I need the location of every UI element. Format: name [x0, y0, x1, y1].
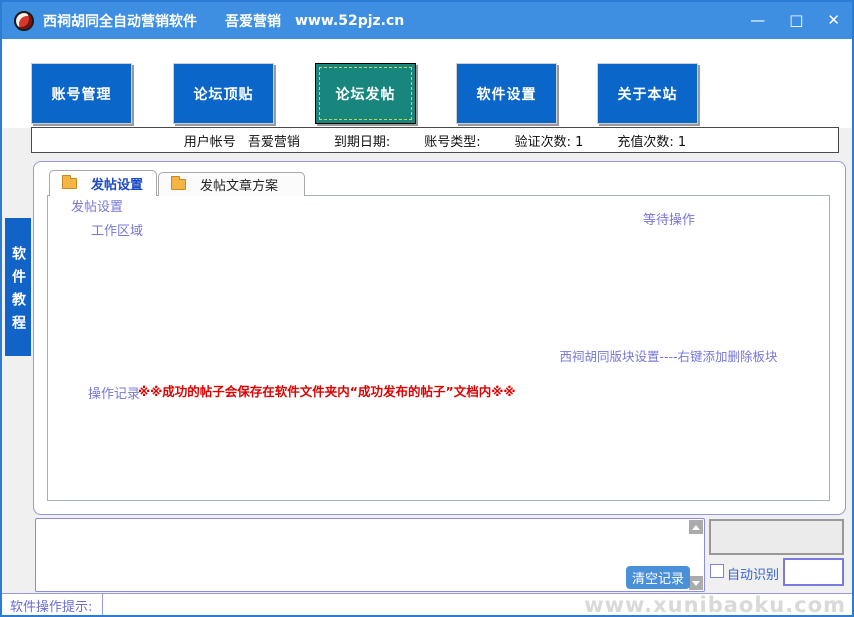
- verify-count: 验证次数: 1: [515, 131, 584, 150]
- window-subtitle: 吾爱营销: [225, 11, 281, 31]
- app-logo-icon: [14, 11, 34, 31]
- minimize-icon[interactable]: —: [750, 13, 765, 28]
- auto-recognize-checkbox[interactable]: [710, 564, 724, 578]
- status-label: 软件操作提示:: [2, 596, 102, 615]
- titlebar: 西祠胡同全自动营销软件 吾爱营销 www.52pjz.cn — □ ✕: [2, 2, 852, 39]
- software-tutorial-button[interactable]: 软件教程: [5, 218, 31, 356]
- nav-strip: 账号管理 论坛顶贴 论坛发帖 软件设置 关于本站: [2, 39, 852, 128]
- auto-recognize-input[interactable]: [783, 558, 844, 586]
- user-account-label: 用户帐号: [184, 131, 236, 150]
- tab-post-settings[interactable]: 发帖设置: [49, 170, 157, 196]
- groupbox-title: 工作区域: [86, 220, 148, 239]
- nav-button-top-post[interactable]: 论坛顶贴: [173, 63, 274, 124]
- groupbox-title: 操作记录: [83, 383, 145, 402]
- status-divider: [102, 594, 103, 616]
- tab-label: 发帖文章方案: [200, 175, 278, 194]
- window-controls: — □ ✕: [750, 13, 840, 28]
- app-window: 西祠胡同全自动营销软件 吾爱营销 www.52pjz.cn — □ ✕ 账号管理…: [0, 0, 854, 617]
- tab-post-article-plan[interactable]: 发帖文章方案: [158, 172, 305, 196]
- nav-button-forum-post[interactable]: 论坛发帖: [315, 63, 416, 124]
- status-bar: 软件操作提示: www.xunibaoku.com: [2, 593, 852, 616]
- groupbox-title: 西祠胡同版块设置----右键添加删除板块: [554, 346, 782, 365]
- save-location-warning: ※※成功的帖子会保存在软件文件夹内“成功发布的帖子”文档内※※: [138, 381, 516, 400]
- scroll-up-icon[interactable]: [689, 520, 703, 534]
- account-type-label: 账号类型:: [424, 131, 480, 150]
- user-account-value: 吾爱营销: [248, 131, 300, 150]
- window-title: 西祠胡同全自动营销软件: [43, 11, 197, 31]
- nav-button-settings[interactable]: 软件设置: [456, 63, 557, 124]
- maximize-icon[interactable]: □: [789, 13, 803, 28]
- expiry-date-label: 到期日期:: [334, 131, 390, 150]
- window-url: www.52pjz.cn: [295, 13, 404, 29]
- nav-button-about[interactable]: 关于本站: [597, 63, 698, 124]
- folder-icon: [62, 178, 77, 189]
- recharge-count: 充值次数: 1: [617, 131, 686, 150]
- close-icon[interactable]: ✕: [827, 13, 840, 28]
- watermark-text: www.xunibaoku.com: [584, 593, 852, 617]
- nav-button-account[interactable]: 账号管理: [31, 63, 132, 124]
- auto-recognize-label: 自动识别: [727, 564, 779, 583]
- tab-label: 发帖设置: [91, 174, 143, 193]
- bottom-log-textarea[interactable]: [35, 518, 705, 592]
- folder-icon: [171, 179, 186, 190]
- clear-log-button[interactable]: 清空记录: [626, 566, 690, 589]
- captcha-image-box: [709, 519, 844, 555]
- groupbox-title: 发帖设置: [66, 196, 128, 215]
- groupbox-title: 等待操作: [638, 209, 700, 228]
- scroll-down-icon[interactable]: [689, 576, 703, 590]
- account-info-bar: 用户帐号 吾爱营销 到期日期: 账号类型: 验证次数: 1 充值次数: 1: [31, 127, 839, 153]
